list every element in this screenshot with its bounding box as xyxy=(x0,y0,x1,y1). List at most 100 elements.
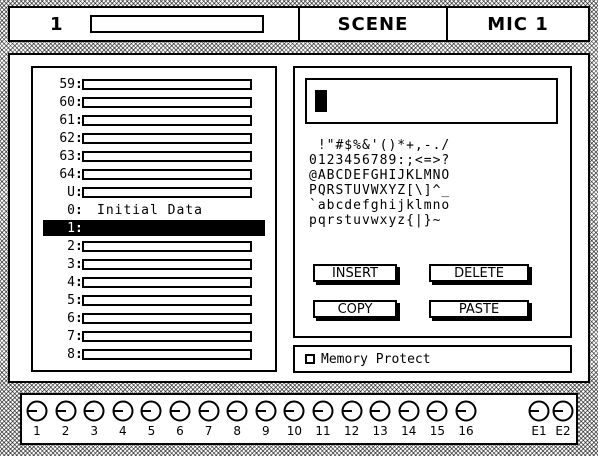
scene-item-number: 0 xyxy=(67,202,75,218)
scene-item-separator: : xyxy=(75,256,83,272)
character-palette[interactable]: !"#$%&'()*+,-./0123456789:;<=>? @ABCDEFGH… xyxy=(309,138,559,228)
channel-number-label: 16 xyxy=(458,424,474,438)
knob-icon xyxy=(426,400,448,422)
memory-protect-checkbox[interactable] xyxy=(305,354,315,364)
scene-item-separator: : xyxy=(75,346,83,362)
scene-list-item[interactable]: 2: xyxy=(33,238,275,254)
scene-item-number: 2 xyxy=(67,238,75,254)
knob-icon xyxy=(369,400,391,422)
scene-item-number: 1 xyxy=(67,220,75,236)
scene-list-item[interactable]: 0: Initial Data xyxy=(33,202,275,218)
scene-item-number: 3 xyxy=(67,256,75,272)
knob-icon xyxy=(140,400,162,422)
scene-item-title-box xyxy=(82,240,252,252)
scene-item-title-box xyxy=(82,96,252,108)
channel-knob[interactable]: 10 xyxy=(283,400,305,444)
mode-label: SCENE xyxy=(300,8,448,40)
channel-knob[interactable]: 8 xyxy=(226,400,248,444)
scene-item-separator: : xyxy=(75,310,83,326)
scene-item-separator: : xyxy=(75,76,83,92)
character-row[interactable]: PQRSTUVWXYZ[\]^_ xyxy=(309,183,559,198)
channel-knob[interactable]: 5 xyxy=(140,400,162,444)
scene-list-item[interactable]: 61: xyxy=(33,112,275,128)
channel-knob[interactable]: 7 xyxy=(198,400,220,444)
scene-item-number: 5 xyxy=(67,292,75,308)
knob-icon xyxy=(112,400,134,422)
scene-item-number: 59 xyxy=(59,76,75,92)
scene-list-item[interactable]: 7: xyxy=(33,328,275,344)
channel-knob[interactable]: 6 xyxy=(169,400,191,444)
channel-knob[interactable]: 16 xyxy=(455,400,477,444)
scene-list-item[interactable]: U: xyxy=(33,184,275,200)
scene-list-item[interactable]: 6: xyxy=(33,310,275,326)
scene-item-title-box xyxy=(82,150,252,162)
knob-icon xyxy=(198,400,220,422)
scene-item-number: U xyxy=(67,184,75,200)
character-row[interactable]: pqrstuvwxyz{|}~ xyxy=(309,213,559,228)
scene-item-separator: : xyxy=(75,274,83,290)
scene-item-number: 61 xyxy=(59,112,75,128)
scene-item-separator: : xyxy=(75,130,83,146)
memory-protect-label: Memory Protect xyxy=(321,351,431,367)
memory-protect-toggle[interactable]: Memory Protect xyxy=(293,345,572,373)
scene-item-separator: : xyxy=(75,220,83,236)
character-row[interactable]: !"#$%&'()*+,-./ xyxy=(309,138,559,153)
scene-item-number: 60 xyxy=(59,94,75,110)
character-row[interactable]: 0123456789:;<=>? xyxy=(309,153,559,168)
scene-item-separator: : xyxy=(75,202,83,218)
knob-icon xyxy=(312,400,334,422)
channel-knob[interactable]: 14 xyxy=(398,400,420,444)
character-row[interactable]: @ABCDEFGHIJKLMNO xyxy=(309,168,559,183)
scene-list-item[interactable]: 4: xyxy=(33,274,275,290)
scene-item-separator: : xyxy=(75,148,83,164)
scene-list-item[interactable]: 60: xyxy=(33,94,275,110)
channel-number-label: E2 xyxy=(555,424,571,438)
channel-knob[interactable]: 3 xyxy=(83,400,105,444)
scene-item-number: 4 xyxy=(67,274,75,290)
channel-knob[interactable]: 12 xyxy=(341,400,363,444)
channel-knob[interactable]: 2 xyxy=(55,400,77,444)
knob-icon xyxy=(283,400,305,422)
scene-item-separator: : xyxy=(75,328,83,344)
scene-list-item[interactable]: 8: xyxy=(33,346,275,362)
scene-list-item-selected[interactable]: 1: xyxy=(43,220,265,236)
scene-item-title-box xyxy=(82,312,252,324)
scene-list-item[interactable]: 62: xyxy=(33,130,275,146)
copy-button[interactable]: COPY xyxy=(313,300,397,318)
character-row[interactable]: `abcdefghijklmno xyxy=(309,198,559,213)
scene-item-separator: : xyxy=(75,166,83,182)
knob-icon xyxy=(55,400,77,422)
knob-icon xyxy=(398,400,420,422)
scene-list-item[interactable]: 3: xyxy=(33,256,275,272)
scene-list[interactable]: 59:60:61:62:63:64: U:0: Initial Data 1:2:3:… xyxy=(31,66,277,372)
channel-knob[interactable]: E2 xyxy=(552,400,574,444)
scene-list-item[interactable]: 59: xyxy=(33,76,275,92)
scene-item-separator: : xyxy=(75,292,83,308)
scene-item-title-box xyxy=(82,168,252,180)
channel-knob[interactable]: 1 xyxy=(26,400,48,444)
title-name-field[interactable] xyxy=(305,78,558,124)
insert-button[interactable]: INSERT xyxy=(313,264,397,282)
delete-button[interactable]: DELETE xyxy=(429,264,529,282)
text-cursor xyxy=(315,90,327,112)
paste-button[interactable]: PASTE xyxy=(429,300,529,318)
channel-knob[interactable]: 13 xyxy=(369,400,391,444)
scene-item-title-box xyxy=(82,294,252,306)
knob-icon xyxy=(169,400,191,422)
scene-item-title-box xyxy=(82,258,252,270)
knob-icon xyxy=(83,400,105,422)
title-edit-panel: !"#$%&'()*+,-./0123456789:;<=>? @ABCDEFGH… xyxy=(293,66,572,338)
scene-item-separator: : xyxy=(75,184,83,200)
channel-knob[interactable]: 15 xyxy=(426,400,448,444)
knob-icon xyxy=(552,400,574,422)
channel-knob[interactable]: 9 xyxy=(255,400,277,444)
scene-list-item[interactable]: 63: xyxy=(33,148,275,164)
scene-list-item[interactable]: 64: xyxy=(33,166,275,182)
scene-item-number: 7 xyxy=(67,328,75,344)
scene-item-number: 63 xyxy=(59,148,75,164)
knob-icon xyxy=(26,400,48,422)
scene-list-item[interactable]: 5: xyxy=(33,292,275,308)
channel-knob[interactable]: 11 xyxy=(312,400,334,444)
scene-number-cell: 1 xyxy=(10,8,300,40)
channel-knob[interactable]: 4 xyxy=(112,400,134,444)
